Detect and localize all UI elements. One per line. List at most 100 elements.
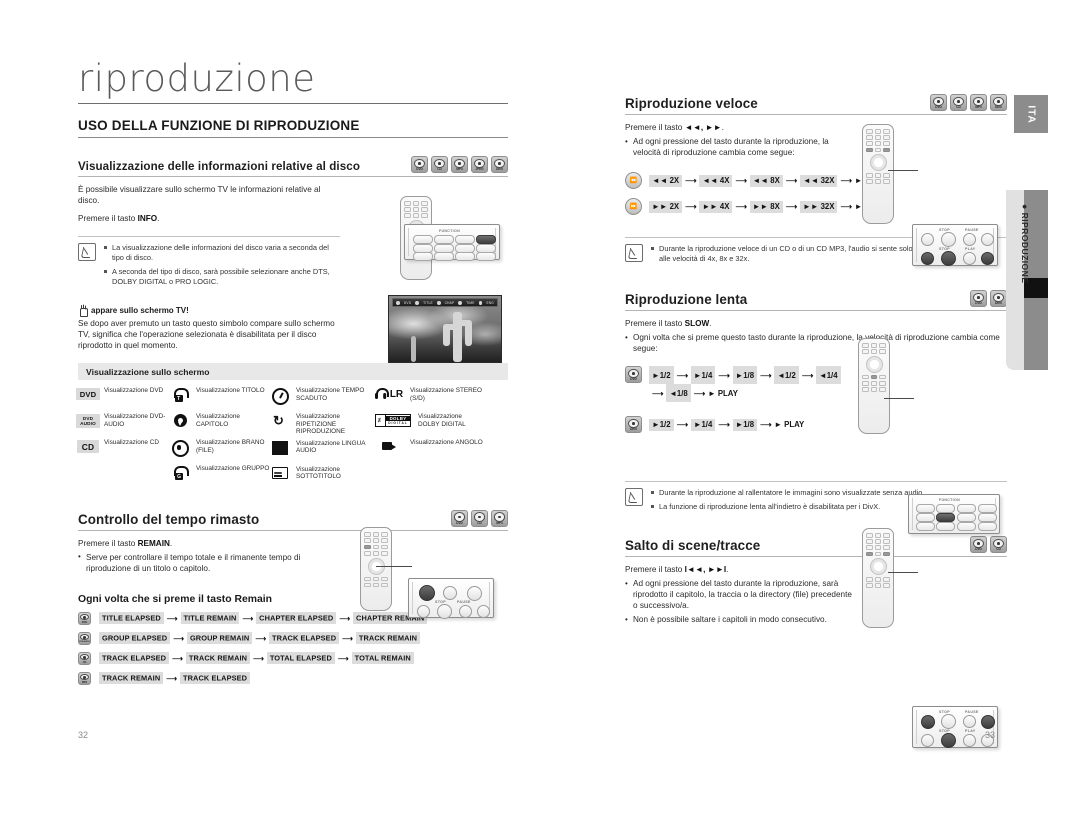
rewind-button[interactable] xyxy=(921,734,934,747)
cactus-arm-right-join xyxy=(459,320,471,326)
osd-label: Visualizzazione STEREO (S/D) xyxy=(410,387,482,402)
tv-symbol-note-body: Se dopo aver premuto un tasto questo sim… xyxy=(78,319,335,350)
badge-dvd: DVD xyxy=(451,509,468,527)
disc-info-badges: DVD CD MP3 JPEG DivX xyxy=(411,156,508,173)
section-title: USO DELLA FUNZIONE DI RIPRODUZIONE xyxy=(78,118,508,138)
arrow-glyph: ⟶ xyxy=(253,653,264,663)
tv-osd-bar: DVD TITLE CHAP TIME ENG xyxy=(392,298,498,307)
badge-divx: DivX xyxy=(491,156,508,173)
remain-button-highlight[interactable] xyxy=(419,585,435,601)
remain-press: Premere il tasto REMAIN. xyxy=(78,538,313,549)
badge-divx: DivX xyxy=(990,290,1007,307)
cactus-arm-left-join xyxy=(443,324,456,330)
slow-heading: Riproduzione lenta xyxy=(625,292,748,307)
stop-button[interactable] xyxy=(941,733,956,748)
button[interactable] xyxy=(437,604,452,619)
arrow-glyph: ⟶ xyxy=(173,633,184,643)
button[interactable] xyxy=(443,586,457,600)
osd-label: Visualizzazione SOTTOTITOLO xyxy=(296,465,341,481)
tv-symbol-note-heading: appare sullo schermo TV! xyxy=(78,305,340,317)
arrow-glyph: ⟶ xyxy=(166,613,178,623)
remote-navigation-pad xyxy=(869,558,887,576)
arrow-glyph: ⟶ xyxy=(735,202,747,211)
page-number-right: 33 xyxy=(985,730,996,740)
slow-key-highlight[interactable] xyxy=(936,513,955,522)
stop-button[interactable] xyxy=(941,251,956,266)
skip-forward-button[interactable] xyxy=(981,233,994,246)
camera-angle-icon xyxy=(374,439,404,452)
skip-press: Premere il tasto I◄◄, ►►I. xyxy=(625,564,853,575)
sequence-step: ◄◄ 2X xyxy=(649,174,683,187)
osd-dot-icon xyxy=(415,300,420,305)
sequence-step: ◄◄ 8X xyxy=(749,174,783,187)
remote-control-illustration-fast xyxy=(862,124,894,224)
press-key: I◄◄, ►►I xyxy=(684,565,727,574)
language-tab-label: ITA xyxy=(1025,104,1037,124)
osd-row: DVD Visualizzazione DVD xyxy=(75,387,170,409)
sequence-step: ►1/4 xyxy=(690,418,716,431)
badge-cd: CD xyxy=(950,94,967,111)
remain-heading-row: Controllo del tempo rimasto DVD CD MP3 xyxy=(78,509,508,527)
track-icon xyxy=(170,439,190,457)
stop-button[interactable] xyxy=(941,714,956,729)
play-button[interactable] xyxy=(963,252,976,265)
chapter-title: riproduzione xyxy=(78,57,316,100)
badge-mp3: MP3 xyxy=(451,156,468,173)
osd-label: Visualizzazione RIPETIZIONE RIPRODUZIONE xyxy=(296,413,345,436)
fast-forward-key-icon: ⏩ xyxy=(625,198,642,215)
disc-glyph xyxy=(494,158,505,168)
osd-label: Visualizzazione TITOLO xyxy=(196,387,265,394)
osd-row: LR Visualizzazione STEREO (S/D) xyxy=(374,387,484,409)
note-item: A seconda del tipo di disco, sarà possib… xyxy=(104,267,340,287)
osd-dot-icon xyxy=(396,300,400,305)
sequence-step: ►1/2 xyxy=(649,366,674,384)
press-prefix: Premere il tasto xyxy=(625,319,685,328)
rewind-key-icon: ⏪ xyxy=(625,172,642,189)
button[interactable] xyxy=(467,586,482,601)
sequence-step: TOTAL ELAPSED xyxy=(266,652,335,665)
sequence-text: GROUP ELAPSED ⟶ GROUP REMAIN ⟶ TRACK ELAPSED… xyxy=(99,632,421,645)
sequence-step: ►1/4 xyxy=(690,366,716,384)
callout-slow-button: FUNCTION xyxy=(908,494,1000,534)
remain-badges: DVD CD MP3 xyxy=(451,509,508,527)
osd-column-disc-types: DVD Visualizzazione DVD DVD AUDIO Visuali… xyxy=(75,387,170,488)
skip-back-button[interactable] xyxy=(921,233,934,246)
pause-button[interactable] xyxy=(963,715,976,728)
badge-mp3: MP3 xyxy=(970,94,987,111)
play-button[interactable] xyxy=(963,734,976,747)
sequence-step: ►► 2X xyxy=(649,200,683,213)
arrow-glyph: ⟶ xyxy=(676,420,688,429)
badge-dvd: DVD xyxy=(625,366,642,383)
skip-back-button-highlight[interactable] xyxy=(921,715,935,729)
osd-column-structure: T Visualizzazione TITOLO Visualizzazione… xyxy=(170,387,270,488)
osd-dot-icon xyxy=(458,300,463,305)
sequence-step: ►1/8 xyxy=(732,366,758,384)
rewind-button-highlight[interactable] xyxy=(921,252,934,265)
osd-row: ≢ DOLBY DIGITAL Visualizzazione DOLBY DIG… xyxy=(374,413,484,435)
callout-fast-buttons: STOP PAUSE STOP PLAY xyxy=(912,224,998,266)
button[interactable] xyxy=(417,605,430,618)
osd-row: ↻ Visualizzazione RIPETIZIONE RIPRODUZIO… xyxy=(270,413,374,436)
pause-button[interactable] xyxy=(963,233,976,246)
badge-cd: CD xyxy=(78,651,91,665)
prohibited-hand-icon xyxy=(78,305,88,317)
remain-bullet: Serve per controllare il tempo totale e … xyxy=(78,551,313,574)
osd-row: Visualizzazione LINGUA AUDIO xyxy=(270,440,374,462)
arrow-glyph: ⟶ xyxy=(718,420,730,429)
osd-label: Visualizzazione LINGUA AUDIO xyxy=(296,439,366,455)
callout-remain-button: STOP PAUSE xyxy=(408,578,494,619)
button[interactable] xyxy=(459,605,472,618)
osd-dot-icon xyxy=(436,300,441,305)
sequence-step: TOTAL REMAIN xyxy=(351,652,414,665)
stop-button[interactable] xyxy=(941,232,956,247)
sequence-step: ►► 8X xyxy=(749,200,783,213)
fast-bullet: Ad ogni pressione del tasto durante la r… xyxy=(625,136,857,158)
button[interactable] xyxy=(477,605,490,618)
sequence-step: ◄◄ 4X xyxy=(699,174,733,187)
arrow-glyph: ⟶ xyxy=(840,176,852,185)
note-pencil-icon xyxy=(78,243,96,261)
callout-info-button: FUNCTION xyxy=(404,224,500,261)
badge-cd: CD xyxy=(990,536,1007,553)
skip-forward-button-highlight[interactable] xyxy=(981,715,995,729)
forward-button-highlight[interactable] xyxy=(981,252,994,265)
